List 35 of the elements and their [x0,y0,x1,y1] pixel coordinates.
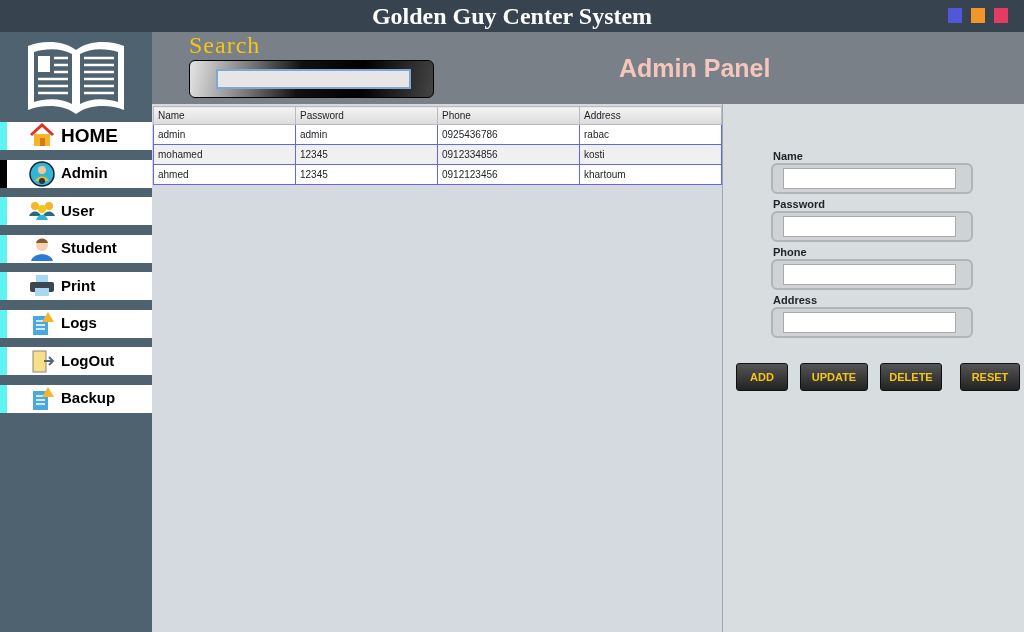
sidebar-item[interactable]: Backup [0,384,152,413]
house-icon [29,123,55,149]
column-header[interactable]: Password [295,106,438,125]
action-button[interactable]: UPDATE [800,363,868,391]
search-field[interactable] [189,60,434,98]
person-gear-icon [29,160,55,187]
field-label: Password [773,198,826,211]
input-field[interactable] [771,307,973,338]
window-title: Golden Guy Center System [371,3,653,29]
door-arrow-icon [29,348,55,374]
column-header[interactable]: Address [579,106,722,125]
sidebar-item[interactable]: HOME [0,122,152,150]
input-field[interactable] [771,259,973,290]
action-button[interactable]: ADD [736,363,788,391]
table-cell: mohamed [153,144,296,165]
action-button[interactable]: RESET [960,363,1020,391]
sidebar-item[interactable]: Print [0,272,152,300]
field-label: Phone [773,246,808,259]
sidebar-item[interactable]: User [0,197,152,225]
input-field[interactable] [771,211,973,242]
column-header[interactable]: Name [153,106,296,125]
sidebar-item[interactable]: LogOut [0,347,152,375]
printer-icon [29,273,55,299]
sidebar-item[interactable]: Logs [0,309,152,338]
input-field[interactable] [771,163,973,194]
sidebar-item[interactable]: Admin [0,159,152,188]
field-label: Address [773,294,819,307]
field-label: Name [773,150,804,163]
column-header[interactable]: Phone [437,106,580,125]
action-button[interactable]: DELETE [880,363,942,391]
sidebar-item[interactable]: Student [0,234,152,263]
search-label: Search [189,32,261,58]
panel-title: Admin Panel [619,53,771,84]
table-cell: ahmed [153,164,296,185]
table-cell: admin [153,124,296,145]
